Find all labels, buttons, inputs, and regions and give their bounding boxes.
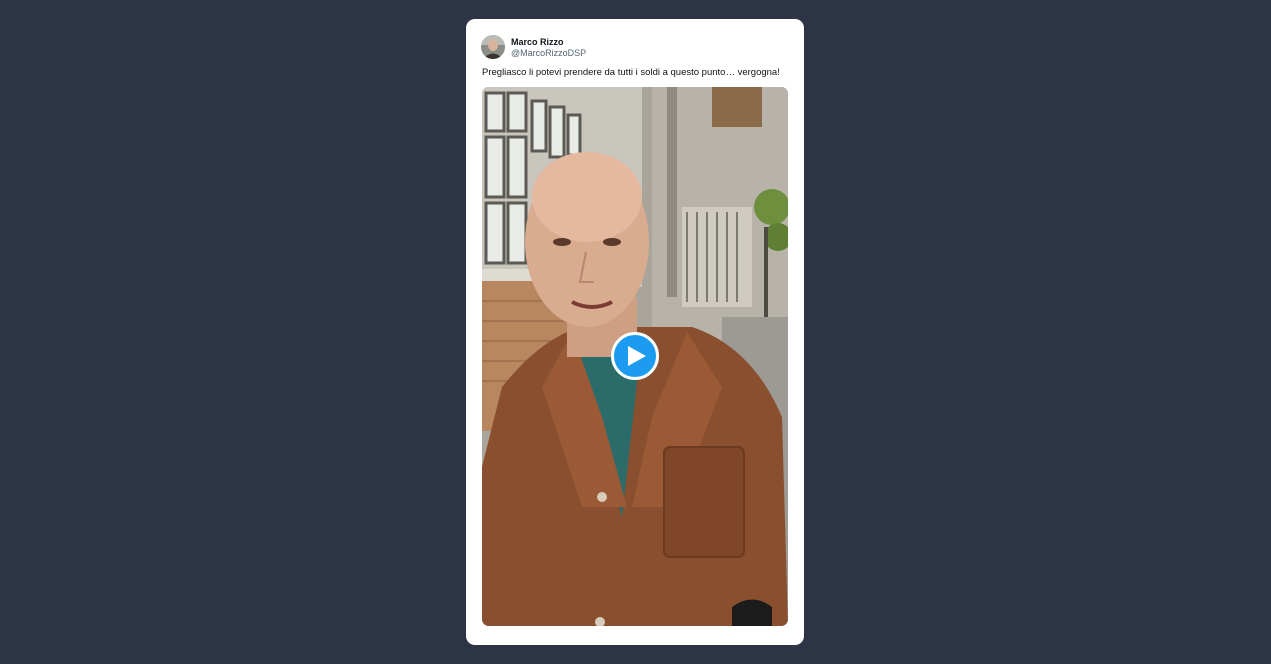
play-icon (627, 346, 646, 366)
author-handle[interactable]: @MarcoRizzoDSP (511, 48, 586, 59)
author-info: Marco Rizzo @MarcoRizzoDSP (511, 36, 586, 59)
tweet-card: Marco Rizzo @MarcoRizzoDSP Pregliasco li… (466, 19, 804, 645)
avatar[interactable] (481, 35, 505, 59)
author-name[interactable]: Marco Rizzo (511, 37, 586, 48)
play-button[interactable] (611, 332, 659, 380)
tweet-text: Pregliasco li potevi prendere da tutti i… (482, 67, 780, 78)
tweet-header: Marco Rizzo @MarcoRizzoDSP (481, 34, 586, 60)
avatar-image (481, 35, 505, 59)
video-player[interactable] (482, 87, 788, 626)
